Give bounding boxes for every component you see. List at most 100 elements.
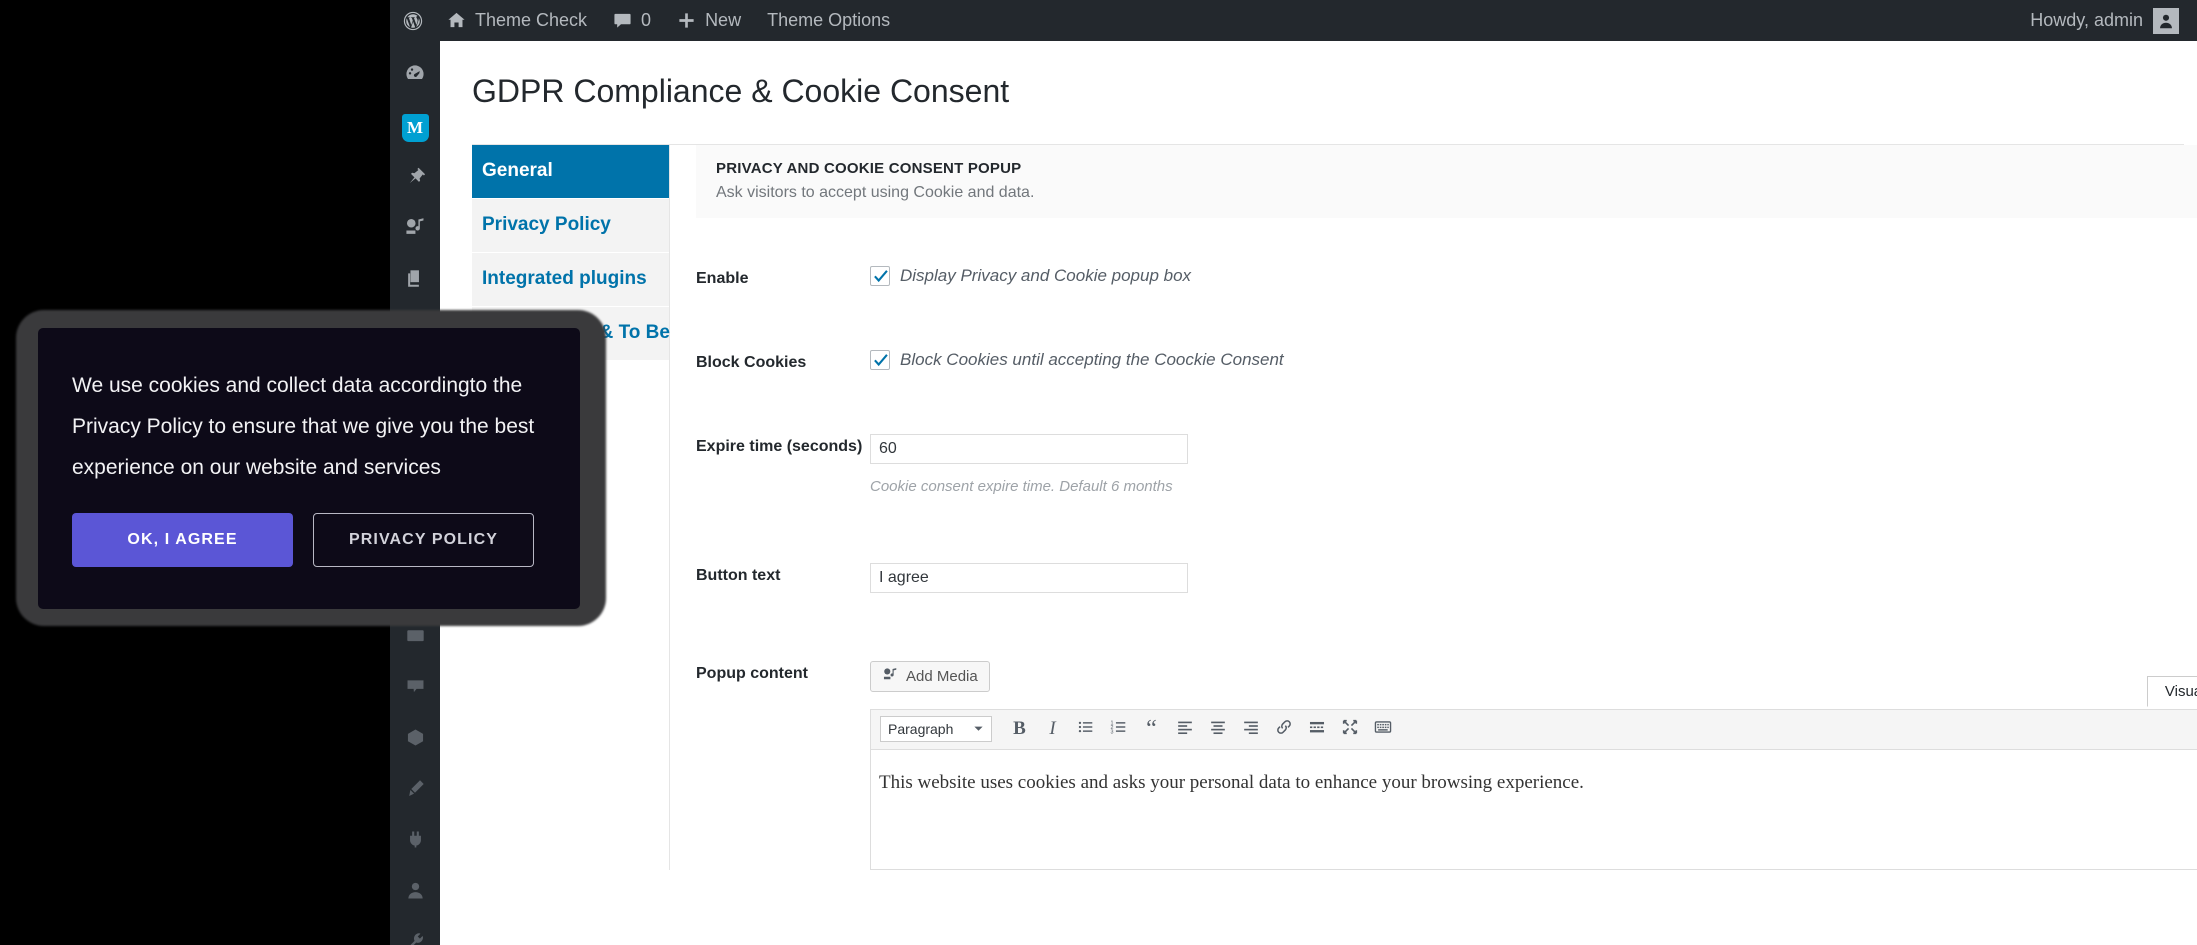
editor-paragraph: This website uses cookies and asks your …: [879, 771, 1584, 793]
editor-mode-tabs: Visual Text: [2146, 675, 2197, 707]
account-menu[interactable]: Howdy, admin: [2030, 7, 2197, 34]
bold-icon: B: [1013, 718, 1026, 740]
privacy-policy-button[interactable]: PRIVACY POLICY: [313, 512, 534, 567]
mail-icon: [405, 625, 426, 651]
settings-panel: PRIVACY AND COOKIE CONSENT POPUP Ask vis…: [670, 144, 2197, 870]
add-media-icon: [882, 666, 899, 687]
admin-content-area: GDPR Compliance & Cookie Consent General…: [440, 41, 2197, 945]
pin-posts-icon: [405, 166, 426, 192]
editor-content-area[interactable]: This website uses cookies and asks your …: [870, 749, 2197, 870]
block-cookies-label: Block Cookies: [696, 353, 807, 371]
blockquote-button[interactable]: “: [1138, 716, 1165, 743]
site-name-menu[interactable]: Theme Check: [434, 0, 600, 41]
checkmark-icon: [874, 353, 888, 366]
editor-tab-visual[interactable]: Visual: [2146, 675, 2197, 707]
user-avatar-icon: [2153, 7, 2179, 34]
sidebar-item-woo[interactable]: [390, 663, 440, 714]
sidebar-item-tools[interactable]: [390, 918, 440, 945]
link-button[interactable]: [1270, 716, 1297, 743]
comment-bubble-icon: [613, 11, 632, 30]
settings-container: General Privacy Policy Integrated plugin…: [472, 143, 2197, 870]
read-more-button[interactable]: [1303, 716, 1330, 743]
comments-menu[interactable]: 0: [600, 0, 664, 41]
align-center-icon: [1209, 718, 1227, 741]
field-row-expire-time: Expire time (seconds) Cookie consent exp…: [696, 433, 2197, 495]
align-right-icon: [1242, 718, 1260, 741]
bold-button[interactable]: B: [1006, 716, 1033, 743]
expire-time-input[interactable]: [870, 433, 1188, 464]
tab-integrated-plugins[interactable]: Integrated plugins: [472, 252, 669, 307]
section-title: PRIVACY AND COOKIE CONSENT POPUP: [716, 159, 1022, 177]
italic-button[interactable]: I: [1039, 716, 1066, 743]
format-select[interactable]: Paragraph: [880, 716, 992, 743]
new-content-menu[interactable]: New: [664, 0, 754, 41]
blockquote-icon: “: [1146, 715, 1157, 742]
block-cookies-control: Block Cookies until accepting the Coocki…: [870, 349, 2197, 370]
sidebar-item-media[interactable]: [390, 204, 440, 255]
button-text-control: [870, 562, 2197, 593]
section-header: PRIVACY AND COOKIE CONSENT POPUP Ask vis…: [696, 144, 2197, 218]
add-media-label: Add Media: [906, 667, 978, 685]
align-center-button[interactable]: [1204, 716, 1231, 743]
editor-toolbar: Paragraph B I 1 2 3 “: [870, 708, 2197, 750]
ok-i-agree-button[interactable]: OK, I AGREE: [72, 512, 293, 567]
bulleted-list-icon: [1077, 718, 1095, 741]
home-icon: [447, 11, 466, 30]
fullscreen-icon: [1341, 718, 1359, 741]
block-cookies-checkbox-label: Block Cookies until accepting the Coocki…: [900, 349, 1284, 369]
cookie-consent-popup: We use cookies and collect data accordin…: [38, 328, 580, 609]
button-text-input[interactable]: [870, 562, 1188, 593]
popup-content-control: Add Media Visual Text Paragraph: [870, 660, 2197, 870]
new-content-label: New: [705, 10, 742, 30]
users-icon: [405, 880, 426, 906]
tools-wrench-icon: [405, 931, 426, 945]
align-left-button[interactable]: [1171, 716, 1198, 743]
enable-control: Display Privacy and Cookie popup box: [870, 265, 2197, 286]
plus-icon: [677, 11, 696, 30]
tab-general[interactable]: General: [472, 144, 669, 199]
media-icon: [404, 216, 426, 243]
field-row-enable: Enable Display Privacy and Cookie popup …: [696, 265, 2197, 288]
numbered-list-button[interactable]: 1 2 3: [1105, 716, 1132, 743]
expire-time-control: Cookie consent expire time. Default 6 mo…: [870, 433, 2197, 495]
fullscreen-button[interactable]: [1336, 716, 1363, 743]
italic-icon: I: [1049, 718, 1056, 740]
sidebar-item-plug[interactable]: [390, 816, 440, 867]
svg-text:3: 3: [1110, 729, 1113, 735]
field-row-popup-content: Popup content Add Media Visu Paragraph B…: [696, 660, 2197, 870]
theme-options-label: Theme Options: [767, 10, 891, 30]
section-subtitle: Ask visitors to accept using Cookie and …: [716, 183, 1035, 201]
theme-options-menu[interactable]: Theme Options: [754, 0, 903, 41]
sidebar-item-appearance-brush[interactable]: [390, 765, 440, 816]
sidebar-item-pages[interactable]: [390, 255, 440, 306]
sidebar-item-badge-m[interactable]: M: [390, 102, 440, 153]
enable-checkbox[interactable]: [870, 265, 890, 286]
badge-m-icon: M: [401, 113, 429, 142]
tab-privacy-policy[interactable]: Privacy Policy: [472, 198, 669, 253]
bulleted-list-button[interactable]: [1072, 716, 1099, 743]
toolbar-toggle-icon: [1374, 718, 1392, 741]
add-media-button[interactable]: Add Media: [870, 660, 990, 692]
plug-icon: [405, 829, 426, 855]
toolbar-toggle-button[interactable]: [1369, 716, 1396, 743]
sidebar-item-products[interactable]: [390, 714, 440, 765]
align-right-button[interactable]: [1237, 716, 1264, 743]
dashboard-gauge-icon: [404, 63, 426, 90]
sidebar-item-posts[interactable]: [390, 153, 440, 204]
sidebar-item-dashboard[interactable]: [390, 51, 440, 102]
wordpress-logo-button[interactable]: [390, 0, 434, 41]
appearance-brush-icon: [405, 778, 426, 804]
sidebar-item-users[interactable]: [390, 867, 440, 918]
format-select-value: Paragraph: [888, 721, 954, 738]
screen-root: Theme Check 0 New Theme Options Howdy, a…: [0, 0, 2197, 945]
align-left-icon: [1176, 718, 1194, 741]
block-cookies-checkbox[interactable]: [870, 349, 890, 370]
consent-buttons: OK, I AGREE PRIVACY POLICY: [72, 512, 546, 567]
field-row-button-text: Button text: [696, 562, 2197, 593]
field-row-block-cookies: Block Cookies Block Cookies until accept…: [696, 349, 2197, 372]
numbered-list-icon: 1 2 3: [1110, 718, 1128, 741]
button-text-label: Button text: [696, 566, 781, 584]
checkmark-icon: [874, 269, 888, 282]
consent-message: We use cookies and collect data accordin…: [72, 374, 535, 479]
chevron-down-icon: [973, 721, 984, 737]
